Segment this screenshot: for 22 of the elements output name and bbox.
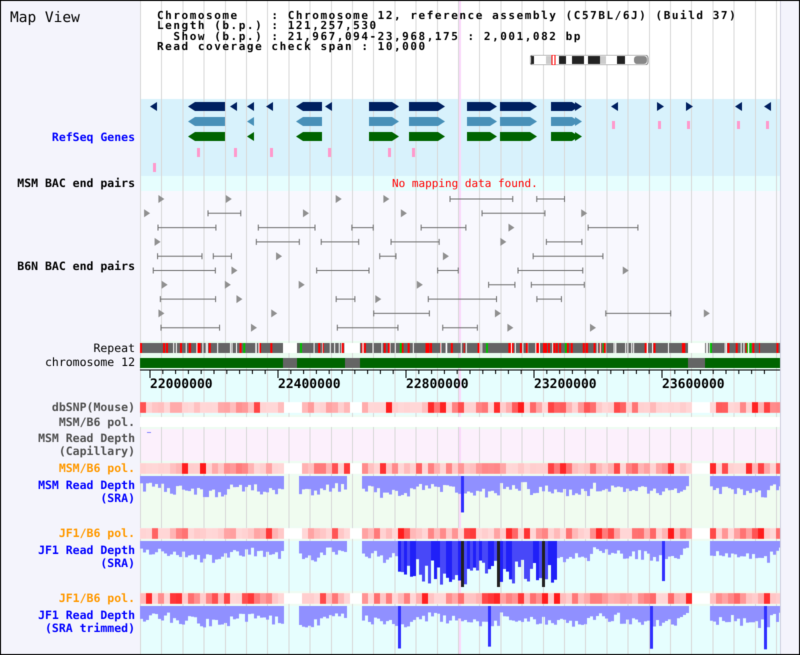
track-label: MSM Read Depth (Capillary) xyxy=(38,432,135,458)
track-label: chromosome 12 xyxy=(44,356,135,368)
axis-label: 23600000 xyxy=(662,377,725,392)
track-label: MSM/B6 pol. xyxy=(58,416,135,428)
track-label: dbSNP(Mouse) xyxy=(52,401,135,414)
track-label: MSM Read Depth (SRA) xyxy=(38,479,135,505)
status-message: No mapping data found. xyxy=(392,177,538,190)
track-label: B6N BAC end pairs xyxy=(17,260,135,272)
chromosome-info: Chromosome : Chromosome 12, reference assembly (C57BL/6J) (Build 37) Length (b.p.) : 121,257,530 Show (b.p.) : 21,967,094-23,968,175 : 2,001,082 bp Read coverage check span : 10,000 xyxy=(156,8,738,52)
track-label: JF1 Read Depth (SRA trimmed) xyxy=(38,609,135,635)
track-label: RefSeq Genes xyxy=(52,131,135,144)
track-label: MSM/B6 pol. xyxy=(58,462,135,475)
axis-label: 22800000 xyxy=(406,377,469,392)
track-label: JF1/B6 pol. xyxy=(58,527,135,540)
track-label: JF1/B6 pol. xyxy=(58,592,135,605)
panel-title: Map View xyxy=(10,10,80,26)
axis-label: 22400000 xyxy=(278,377,341,392)
track-label: MSM BAC end pairs xyxy=(17,177,135,190)
track-label: JF1 Read Depth (SRA) xyxy=(38,544,135,570)
axis-label: 22000000 xyxy=(150,377,213,392)
axis-label: 23200000 xyxy=(534,377,597,392)
track-label: Repeat xyxy=(93,342,135,354)
